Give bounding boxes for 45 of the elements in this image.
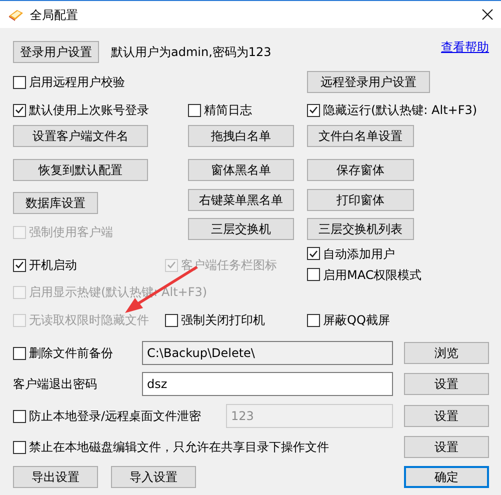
dialog-button[interactable]: 保存窗体	[307, 159, 414, 181]
dialog-button[interactable]: 右键菜单黑名单	[188, 189, 294, 211]
dialog-button[interactable]: 窗体黑名单	[188, 159, 294, 181]
checkbox[interactable]: 默认使用上次账号登录	[13, 101, 149, 119]
dialog-button[interactable]: 打印窗体	[307, 189, 414, 211]
checkbox[interactable]: 防止本地登录/远程桌面文件泄密	[13, 407, 202, 425]
dialog-button[interactable]: 确定	[404, 466, 489, 488]
check-icon	[167, 261, 176, 269]
checkbox[interactable]: 精简日志	[188, 101, 252, 119]
dialog-button[interactable]: 导入设置	[111, 466, 196, 488]
check-icon	[15, 106, 24, 114]
checkbox[interactable]: 强制关闭打印机	[165, 311, 265, 329]
dialog-button[interactable]: 拖拽白名单	[188, 125, 294, 147]
dialog-button[interactable]: 登录用户设置	[13, 41, 99, 63]
dialog-button[interactable]: 恢复到默认配置	[13, 159, 148, 181]
dialog-button[interactable]: 设置	[404, 436, 489, 458]
dialog-button[interactable]: 设置	[404, 373, 489, 395]
default-user-note: 默认用户为admin,密码为123	[111, 44, 272, 61]
checkbox[interactable]: 禁止在本地磁盘编辑文件，只允许在共享目录下操作文件	[13, 438, 329, 456]
checkbox[interactable]: 删除文件前备份	[13, 344, 113, 362]
checkbox[interactable]: 隐藏运行(默认热键: Alt+F3)	[307, 101, 478, 119]
input-field[interactable]: dsz	[142, 372, 393, 396]
checkbox[interactable]: 屏蔽QQ截屏	[307, 311, 390, 329]
dialog-button[interactable]: 远程登录用户设置	[307, 71, 430, 93]
dialog-button[interactable]: 三层交换机	[188, 218, 294, 240]
check-icon	[309, 106, 318, 114]
input-field[interactable]: C:\Backup\Delete\	[142, 341, 393, 365]
field-label: 客户端退出密码	[13, 376, 97, 393]
checkbox[interactable]: 开机启动	[13, 256, 77, 274]
window-title: 全局配置	[30, 6, 78, 24]
dialog-button[interactable]: 设置客户端文件名	[13, 125, 148, 147]
check-icon	[15, 261, 24, 269]
help-link[interactable]: 查看帮助	[441, 38, 489, 56]
checkbox[interactable]: 启用MAC权限模式	[307, 266, 422, 284]
dialog-button[interactable]: 三层交换机列表	[307, 218, 414, 240]
close-icon[interactable]	[482, 9, 493, 20]
dialog-button[interactable]: 文件白名单设置	[307, 125, 414, 147]
dialog-button[interactable]: 浏览	[404, 342, 489, 364]
checkbox[interactable]: 启用远程用户校验	[13, 73, 125, 91]
book-icon	[8, 8, 24, 22]
dialog-button[interactable]: 导出设置	[13, 466, 98, 488]
check-icon	[309, 250, 318, 258]
dialog-button[interactable]: 数据库设置	[13, 192, 98, 214]
dialog-button[interactable]: 设置	[404, 405, 489, 427]
checkbox[interactable]: 自动添加用户	[307, 244, 395, 262]
